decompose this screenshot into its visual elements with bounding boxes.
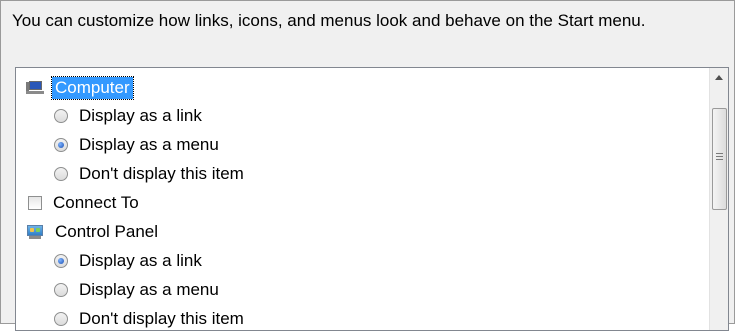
- start-menu-options-list[interactable]: Computer Display as a link Display as a …: [15, 67, 729, 331]
- start-menu-customize-dialog: You can customize how links, icons, and …: [0, 0, 735, 331]
- radio-control-panel-dont-display[interactable]: Don't display this item: [54, 305, 247, 330]
- radio-label: Don't display this item: [79, 164, 244, 183]
- radio-label: Display as a link: [79, 251, 202, 270]
- radio-computer-display-as-menu[interactable]: Display as a menu: [54, 131, 222, 159]
- radio-button[interactable]: [54, 254, 68, 268]
- radio-button[interactable]: [54, 138, 68, 152]
- grip-line: [716, 159, 723, 160]
- checkbox-label: Connect To: [53, 193, 139, 212]
- list-item-label: Control Panel: [55, 222, 159, 241]
- radio-label: Display as a menu: [79, 135, 219, 154]
- radio-button[interactable]: [54, 109, 68, 123]
- computer-icon: [26, 80, 44, 96]
- checkbox[interactable]: [28, 196, 42, 210]
- radio-label: Display as a link: [79, 106, 202, 125]
- radio-button[interactable]: [54, 167, 68, 181]
- arrow-up-icon: [715, 74, 723, 80]
- radio-button[interactable]: [54, 283, 68, 297]
- radio-control-panel-display-as-link[interactable]: Display as a link: [54, 247, 205, 275]
- list-item-computer[interactable]: Computer: [26, 74, 134, 102]
- description-text: You can customize how links, icons, and …: [12, 11, 646, 30]
- vertical-scrollbar[interactable]: [709, 68, 728, 330]
- scroll-thumb[interactable]: [712, 108, 727, 210]
- radio-label: Don't display this item: [79, 309, 244, 328]
- radio-computer-display-as-link[interactable]: Display as a link: [54, 102, 205, 130]
- grip-line: [716, 156, 723, 157]
- checkbox-connect-to[interactable]: Connect To: [26, 189, 142, 217]
- list-item-label: Computer: [51, 76, 134, 100]
- radio-computer-dont-display[interactable]: Don't display this item: [54, 160, 247, 188]
- list-item-control-panel[interactable]: Control Panel: [26, 218, 161, 246]
- grip-line: [716, 153, 723, 154]
- control-panel-icon: [26, 224, 44, 240]
- scroll-up-button[interactable]: [710, 68, 728, 86]
- radio-label: Display as a menu: [79, 280, 219, 299]
- radio-control-panel-display-as-menu[interactable]: Display as a menu: [54, 276, 222, 304]
